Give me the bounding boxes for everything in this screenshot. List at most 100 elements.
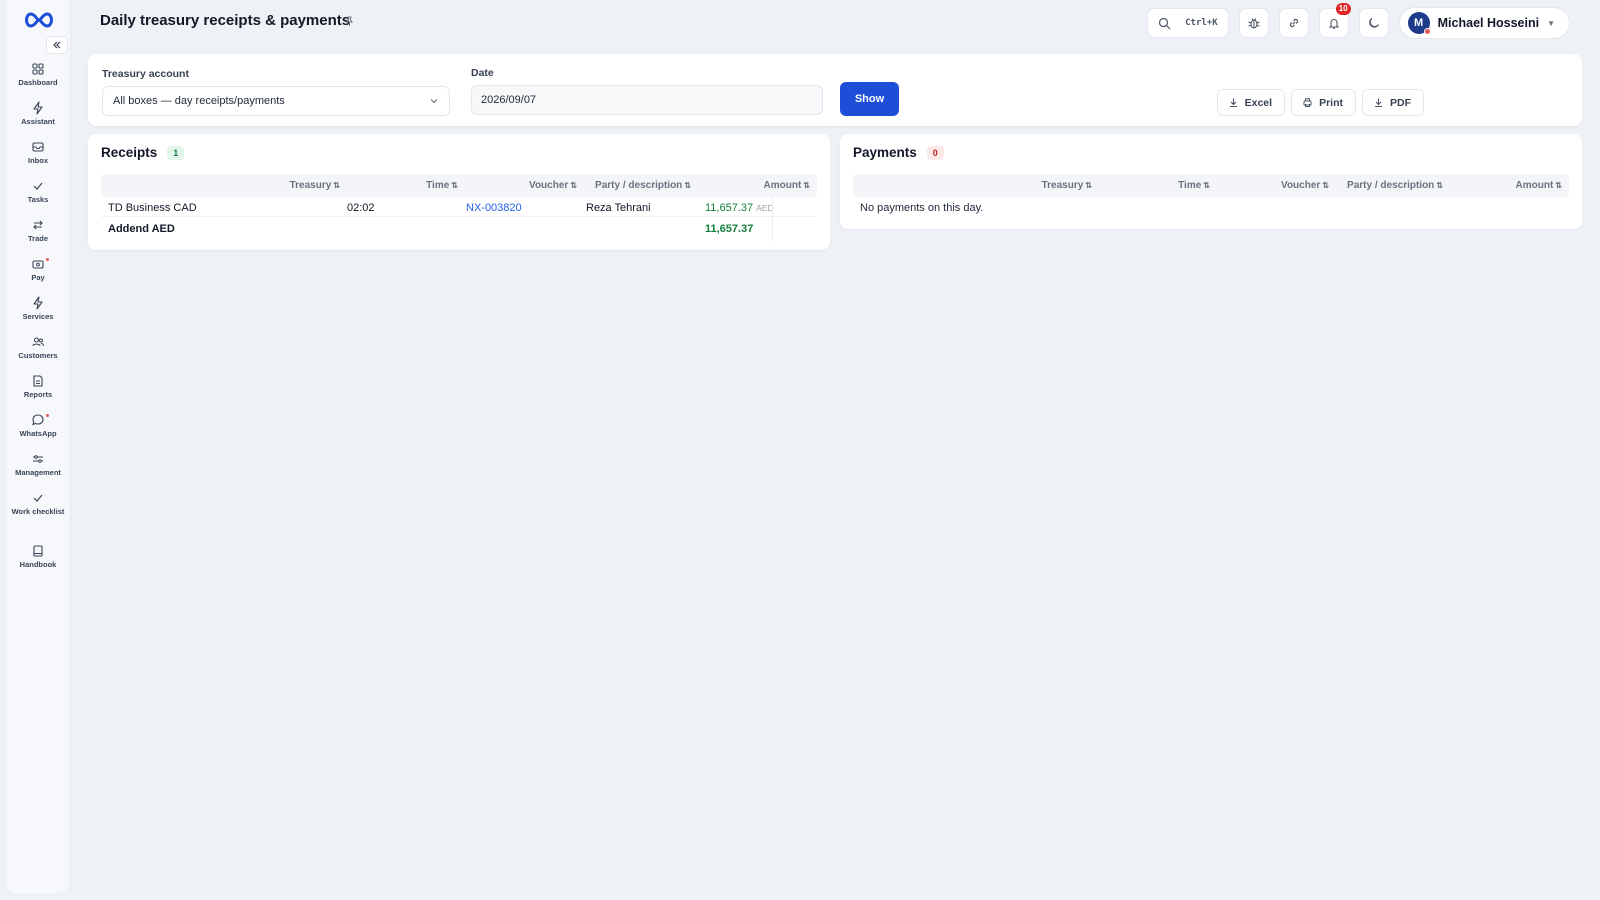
filter-card: Treasury account All boxes — day receipt… xyxy=(88,54,1582,126)
payments-title: Payments xyxy=(853,145,917,160)
export-actions: Excel Print PDF xyxy=(1216,89,1424,116)
chevron-down-icon xyxy=(430,99,438,104)
excel-label: Excel xyxy=(1244,96,1273,109)
sidebar-item-label: Trade xyxy=(27,234,48,243)
total-label: Addend AED xyxy=(108,223,175,235)
dashboard-icon xyxy=(32,63,44,75)
sidebar-item-dashboard[interactable]: Dashboard xyxy=(6,62,70,101)
sidebar-item-trade[interactable]: Trade xyxy=(6,218,70,257)
cell-party: Reza Tehrani xyxy=(586,202,651,214)
sliders-icon xyxy=(33,455,43,463)
report-icon xyxy=(33,375,43,387)
check-icon xyxy=(33,182,43,190)
sidebar-item-label: Handbook xyxy=(19,560,57,569)
bug-icon xyxy=(1247,18,1260,29)
top-actions: Ctrl+K 10 M Michael Hosseini ▼ xyxy=(1146,3,1570,39)
avatar: M xyxy=(1407,12,1431,35)
sidebar-item-label: Management xyxy=(15,468,61,477)
sidebar-item-work-checklist[interactable]: Work checklist xyxy=(6,491,70,530)
download-icon xyxy=(1375,98,1382,108)
print-button[interactable]: Print xyxy=(1291,89,1356,116)
sidebar-item-label: Services xyxy=(22,312,54,321)
search-icon xyxy=(1158,17,1171,29)
collapse-sidebar-button[interactable] xyxy=(46,36,68,54)
column-party[interactable]: Party / description ⇅ xyxy=(595,180,691,191)
sidebar-item-label: Customers xyxy=(18,351,58,360)
logo-icon[interactable] xyxy=(22,10,56,30)
link-button[interactable] xyxy=(1278,8,1309,38)
cell-treasury: TD Business CAD xyxy=(108,202,197,214)
payments-table-header: Treasury ⇅ Time ⇅ Voucher ⇅ Party / descrip… xyxy=(853,174,1569,197)
treasury-account-label: Treasury account xyxy=(102,68,189,80)
date-input[interactable] xyxy=(471,85,823,115)
pdf-export-button[interactable]: PDF xyxy=(1362,89,1424,116)
notification-badge: 10 xyxy=(1335,3,1351,15)
pdf-label: PDF xyxy=(1390,96,1411,109)
check-icon xyxy=(33,494,43,502)
empty-state-text: No payments on this day. xyxy=(860,202,984,214)
column-party[interactable]: Party / description ⇅ xyxy=(1347,180,1443,191)
sort-icon: ⇅ xyxy=(1322,181,1329,190)
notifications-button[interactable]: 10 xyxy=(1318,3,1351,38)
global-search-button[interactable]: Ctrl+K xyxy=(1146,8,1229,38)
moon-icon xyxy=(1368,18,1379,28)
receipts-count-badge: 1 xyxy=(167,145,185,160)
receipts-title: Receipts xyxy=(101,145,158,160)
sidebar-item-whatsapp[interactable]: WhatsApp xyxy=(6,413,70,452)
sort-icon: ⇅ xyxy=(1436,181,1443,190)
users-icon xyxy=(32,337,44,347)
sidebar-item-tasks[interactable]: Tasks xyxy=(6,179,70,218)
column-voucher[interactable]: Voucher ⇅ xyxy=(1281,180,1329,191)
cell-amount: 11,657.37 AED xyxy=(705,202,774,214)
sidebar-item-management[interactable]: Management xyxy=(6,452,70,491)
bolt-icon xyxy=(33,101,43,115)
sort-icon: ⇅ xyxy=(1555,181,1562,190)
link-icon xyxy=(1289,18,1298,28)
payments-card: Payments 0 Treasury ⇅ Time ⇅ Voucher ⇅ Part… xyxy=(840,134,1582,229)
receipts-card: Receipts 1 Treasury ⇅ Time ⇅ Voucher ⇅ Part… xyxy=(88,134,830,250)
currency-label: AED xyxy=(756,203,774,213)
theme-toggle-button[interactable] xyxy=(1358,8,1389,38)
whatsapp-notification-dot xyxy=(46,414,49,417)
avatar-initial: M xyxy=(1414,17,1424,29)
show-button[interactable]: Show xyxy=(840,82,899,116)
sidebar-item-services[interactable]: Services xyxy=(6,296,70,335)
swap-icon xyxy=(33,220,43,230)
treasury-account-select[interactable]: All boxes — day receipts/payments xyxy=(102,86,450,116)
sort-icon: ⇅ xyxy=(684,181,691,190)
chat-icon xyxy=(32,414,44,426)
pin-icon[interactable] xyxy=(344,15,356,27)
column-time[interactable]: Time ⇅ xyxy=(1178,180,1210,191)
sort-icon: ⇅ xyxy=(451,181,458,190)
page-title: Daily treasury receipts & payments xyxy=(100,12,351,29)
voucher-link[interactable]: NX-003820 xyxy=(466,202,522,214)
print-label: Print xyxy=(1319,96,1343,109)
column-amount[interactable]: Amount ⇅ xyxy=(1516,180,1562,191)
user-menu-button[interactable]: M Michael Hosseini ▼ xyxy=(1398,7,1570,39)
column-time[interactable]: Time ⇅ xyxy=(426,180,458,191)
status-dot xyxy=(1423,28,1431,35)
sidebar-item-handbook[interactable]: Handbook xyxy=(6,544,70,583)
sidebar-item-customers[interactable]: Customers xyxy=(6,335,70,374)
sidebar-item-reports[interactable]: Reports xyxy=(6,374,70,413)
search-shortcut: Ctrl+K xyxy=(1185,18,1218,28)
sidebar-item-label: Inbox xyxy=(28,156,48,165)
sort-icon: ⇅ xyxy=(1203,181,1210,190)
inbox-icon xyxy=(32,142,44,152)
sidebar-item-assistant[interactable]: Assistant xyxy=(6,101,70,140)
sort-icon: ⇅ xyxy=(1085,181,1092,190)
excel-export-button[interactable]: Excel xyxy=(1216,89,1286,116)
column-amount[interactable]: Amount ⇅ xyxy=(764,180,810,191)
sidebar: Dashboard Assistant Inbox Tasks Trade Pa… xyxy=(6,0,70,893)
pay-notification-dot xyxy=(46,258,49,261)
column-treasury[interactable]: Treasury ⇅ xyxy=(1042,180,1092,191)
cell-time: 02:02 xyxy=(347,202,375,214)
sidebar-item-label: Tasks xyxy=(27,195,49,204)
column-treasury[interactable]: Treasury ⇅ xyxy=(290,180,340,191)
column-voucher[interactable]: Voucher ⇅ xyxy=(529,180,577,191)
debug-button[interactable] xyxy=(1238,8,1269,38)
wallet-icon xyxy=(32,260,44,269)
sidebar-item-inbox[interactable]: Inbox xyxy=(6,140,70,179)
amount-column-divider xyxy=(772,197,773,241)
sidebar-item-pay[interactable]: Pay xyxy=(6,257,70,296)
